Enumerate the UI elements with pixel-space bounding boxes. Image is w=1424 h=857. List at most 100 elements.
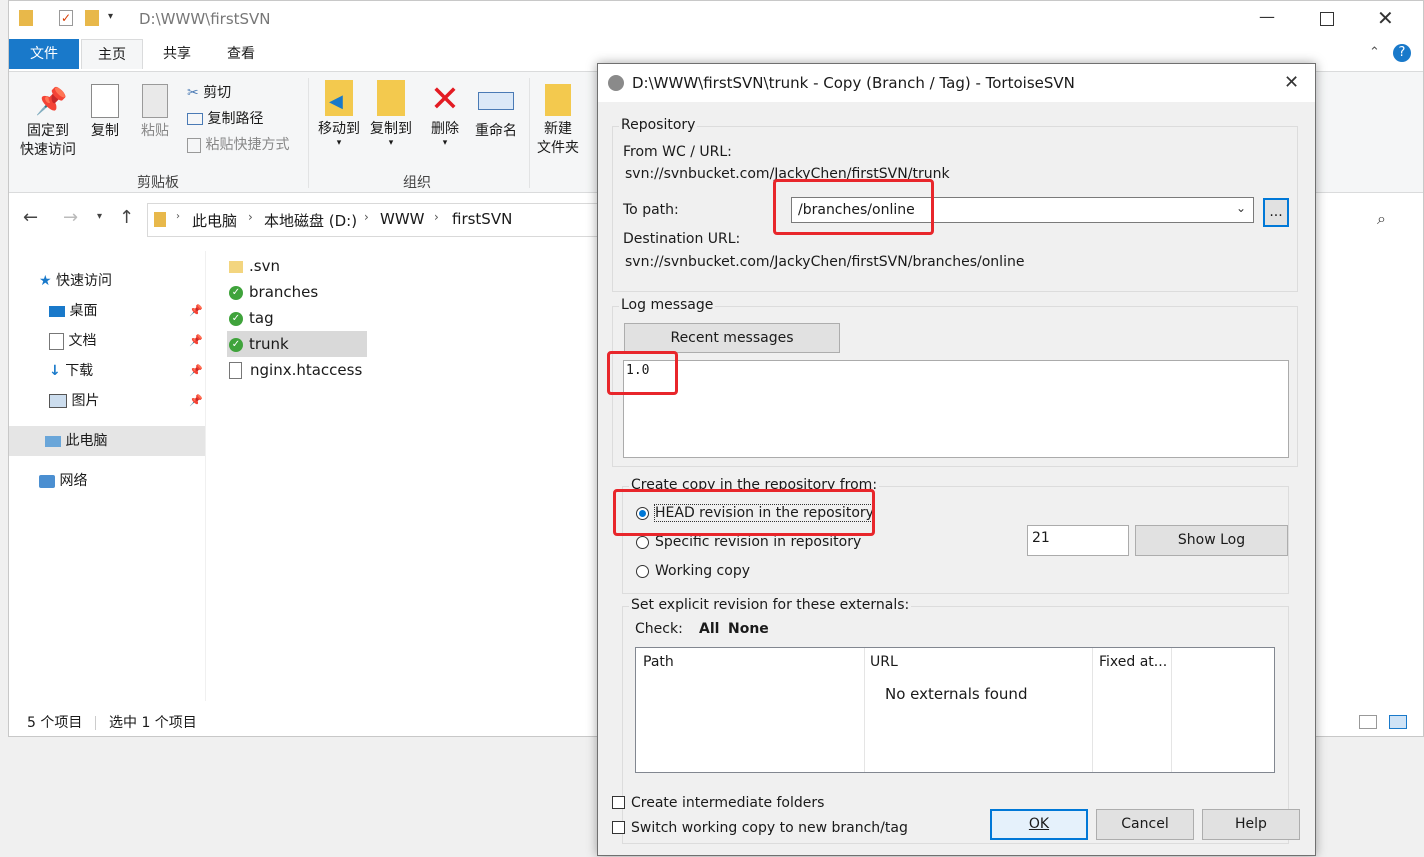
working-copy-radio[interactable]: [636, 565, 649, 578]
up-arrow-icon[interactable]: ↑: [119, 207, 134, 228]
nav-quick-access[interactable]: ★ 快速访问: [39, 266, 112, 296]
nav-pictures[interactable]: 图片 📌: [49, 386, 205, 416]
search-icon[interactable]: ⌕: [1377, 209, 1386, 229]
specific-revision-radio[interactable]: [636, 536, 649, 549]
clipboard-small-buttons: ✂ 剪切 复制路径 粘贴快捷方式: [187, 80, 289, 158]
breadcrumb-chevron-icon: ›: [176, 211, 180, 222]
dialog-close-icon[interactable]: ✕: [1284, 64, 1299, 102]
nav-documents[interactable]: 文档 📌: [49, 326, 205, 356]
externals-table[interactable]: Path URL Fixed at... No externals found: [635, 647, 1275, 773]
breadcrumb-firstsvn[interactable]: firstSVN: [452, 210, 512, 228]
list-item[interactable]: ✓ tag: [229, 305, 274, 331]
nav-network[interactable]: 网络: [39, 466, 87, 496]
switch-working-copy-label[interactable]: Switch working copy to new branch/tag: [631, 820, 908, 836]
new-folder-label-line1: 新建: [544, 121, 572, 137]
nav-desktop[interactable]: 桌面 📌: [49, 296, 205, 326]
folder-icon: [154, 212, 166, 227]
new-folder-icon[interactable]: [85, 10, 99, 26]
minimize-icon[interactable]: —: [1259, 7, 1275, 26]
pin-to-quick-access-button[interactable]: 📌 固定到 快速访问: [17, 80, 79, 160]
list-item[interactable]: nginx.htaccess: [229, 357, 362, 383]
delete-button[interactable]: ✕ 删除 ▾: [425, 80, 465, 148]
copy-label: 复制: [91, 123, 119, 139]
file-name: tag: [249, 309, 274, 327]
highlight-log-message: [607, 351, 678, 395]
revision-input[interactable]: 21: [1027, 525, 1129, 556]
breadcrumb-chevron-icon: ›: [364, 210, 369, 224]
list-item-selected[interactable]: ✓ trunk: [227, 331, 367, 357]
tab-share[interactable]: 共享: [147, 39, 207, 69]
back-arrow-icon[interactable]: ←: [23, 207, 38, 228]
details-view-icon[interactable]: [1359, 715, 1377, 729]
pictures-icon: [49, 394, 67, 408]
breadcrumb-drive[interactable]: 本地磁盘 (D:): [264, 210, 357, 231]
help-icon[interactable]: ?: [1393, 44, 1411, 62]
recent-locations-icon[interactable]: ▾: [97, 211, 102, 222]
nav-downloads[interactable]: ↓ 下载 📌: [49, 356, 205, 386]
nav-label: 桌面: [69, 303, 98, 319]
column-divider: [864, 648, 865, 772]
copy-to-button[interactable]: 复制到 ▾: [365, 80, 417, 148]
check-all-link[interactable]: All: [699, 621, 719, 637]
revision-value: 21: [1032, 530, 1050, 546]
cut-button[interactable]: ✂ 剪切: [187, 80, 289, 106]
paste-shortcut-button[interactable]: 粘贴快捷方式: [187, 132, 289, 158]
customize-toolbar-icon[interactable]: ▾: [108, 11, 113, 22]
column-header-fixed-at[interactable]: Fixed at...: [1099, 654, 1167, 670]
show-log-button[interactable]: Show Log: [1135, 525, 1288, 556]
nav-label: 文档: [68, 333, 97, 349]
file-name: .svn: [249, 257, 280, 275]
large-icons-view-icon[interactable]: [1389, 715, 1407, 729]
clipboard-group-label: 剪贴板: [137, 175, 179, 191]
folder-icon: [229, 260, 243, 273]
rename-button[interactable]: 重命名: [471, 80, 521, 141]
recent-messages-button[interactable]: Recent messages: [624, 323, 840, 353]
ok-button[interactable]: OK: [990, 809, 1088, 840]
tab-file[interactable]: 文件: [9, 39, 79, 69]
paste-shortcut-label: 粘贴快捷方式: [205, 137, 290, 153]
table-empty-message: No externals found: [885, 685, 1028, 703]
dialog-title: D:\WWW\firstSVN\trunk - Copy (Branch / T…: [632, 74, 1075, 92]
breadcrumb-this-pc[interactable]: 此电脑: [192, 210, 237, 231]
new-folder-button[interactable]: 新建 文件夹: [533, 80, 583, 158]
move-to-button[interactable]: ◀ 移动到 ▾: [313, 80, 365, 148]
column-header-path[interactable]: Path: [643, 654, 674, 670]
tab-view[interactable]: 查看: [211, 39, 271, 69]
file-icon: [229, 362, 242, 379]
copy-button[interactable]: 复制: [83, 80, 127, 141]
ribbon-collapse-icon[interactable]: ⌃: [1369, 45, 1380, 60]
create-intermediate-folders-checkbox[interactable]: [612, 796, 625, 809]
list-item[interactable]: ✓ branches: [229, 279, 318, 305]
forward-arrow-icon[interactable]: →: [63, 207, 78, 228]
list-item[interactable]: .svn: [229, 253, 280, 279]
check-none-link[interactable]: None: [728, 621, 769, 637]
switch-working-copy-checkbox[interactable]: [612, 821, 625, 834]
delete-dropdown-icon: ▾: [442, 138, 448, 148]
paste-button[interactable]: 粘贴: [133, 80, 177, 141]
breadcrumb-www[interactable]: WWW: [380, 210, 425, 228]
column-header-url[interactable]: URL: [870, 654, 898, 670]
nav-label: 图片: [71, 393, 100, 409]
tab-home[interactable]: 主页: [81, 39, 143, 69]
working-copy-label[interactable]: Working copy: [655, 563, 750, 579]
pin-label-line1: 固定到: [27, 123, 69, 139]
help-button[interactable]: Help: [1202, 809, 1300, 840]
properties-icon[interactable]: ✓: [59, 10, 73, 26]
pin-label-line2: 快速访问: [20, 142, 76, 158]
computer-icon: [45, 435, 61, 447]
copy-path-button[interactable]: 复制路径: [187, 106, 289, 132]
file-name: trunk: [249, 335, 289, 353]
address-bar[interactable]: › 此电脑 › 本地磁盘 (D:) › WWW › firstSVN: [147, 203, 617, 237]
close-icon[interactable]: ✕: [1377, 6, 1394, 30]
nav-this-pc[interactable]: 此电脑: [9, 426, 205, 456]
check-label: Check:: [635, 621, 683, 637]
maximize-icon[interactable]: [1320, 12, 1334, 26]
browse-button[interactable]: ...: [1263, 198, 1289, 227]
specific-revision-label[interactable]: Specific revision in repository: [655, 534, 861, 550]
copy-branch-tag-dialog: D:\WWW\firstSVN\trunk - Copy (Branch / T…: [597, 63, 1316, 856]
create-intermediate-folders-label[interactable]: Create intermediate folders: [631, 795, 824, 811]
pin-icon: 📌: [189, 334, 203, 347]
move-to-icon: ◀: [325, 80, 353, 116]
log-message-textarea[interactable]: 1.0: [623, 360, 1289, 458]
cancel-button[interactable]: Cancel: [1096, 809, 1194, 840]
